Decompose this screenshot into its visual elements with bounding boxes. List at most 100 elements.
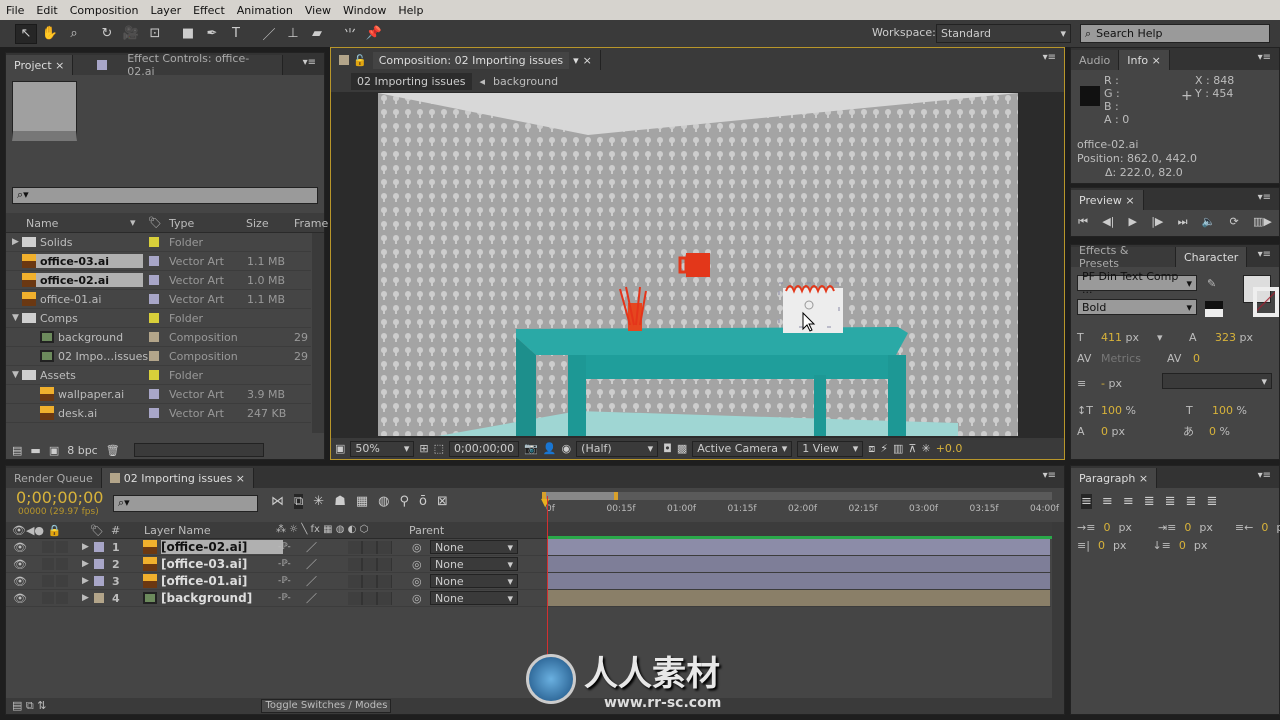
roto-brush-icon[interactable]: ⺌ (339, 24, 361, 44)
lock-icon[interactable]: 🔓 (353, 54, 367, 67)
menu-composition[interactable]: Composition (64, 4, 145, 17)
eraser-icon[interactable]: ▰ (306, 24, 328, 44)
justify-last-right-icon[interactable]: ≣ (1186, 494, 1197, 509)
solo-toggle[interactable] (42, 575, 54, 587)
label-tag-icon[interactable]: 🏷 (148, 216, 162, 229)
column-name[interactable]: Name (26, 217, 58, 230)
fast-previews-icon[interactable]: ⚡ (880, 442, 888, 455)
visibility-eye-icon[interactable]: 👁 (13, 558, 27, 571)
label-swatch[interactable] (94, 559, 104, 569)
selection-icon[interactable]: ↖ (15, 23, 37, 44)
toggle-switches-modes-button[interactable]: Toggle Switches / Modes (261, 699, 392, 713)
bit-depth-button[interactable]: 8 bpc (67, 444, 98, 457)
mask-visibility-icon[interactable]: ⬚ (434, 442, 444, 455)
new-comp-icon[interactable]: ▣ (49, 444, 59, 457)
solo-toggle[interactable] (42, 558, 54, 570)
always-preview-icon[interactable]: ▣ (335, 442, 345, 455)
label-swatch[interactable] (94, 542, 104, 552)
twirl-icon[interactable]: ▶ (82, 559, 89, 569)
project-item[interactable]: office-02.ai Vector Art 1.0 MB (6, 271, 311, 290)
parent-dropdown[interactable]: None ▾ (430, 540, 518, 554)
layer-row[interactable]: 👁 ▶ 3 [office-01.ai] -ℙ- ／ ◎ None ▾ (6, 573, 1051, 590)
label-swatch[interactable] (149, 256, 159, 266)
column-size[interactable]: Size (246, 217, 269, 230)
timeline-scrollbar[interactable] (1052, 522, 1064, 698)
draft-3d-icon[interactable]: ✳ (313, 494, 324, 509)
audio-icon[interactable]: 🔈 (1202, 215, 1216, 229)
stroke-color-swatch[interactable] (1253, 287, 1279, 317)
menu-file[interactable]: File (0, 4, 30, 17)
justify-last-left-icon[interactable]: ≣ (1144, 494, 1155, 509)
label-swatch[interactable] (149, 313, 159, 323)
space-after-value[interactable]: 0 (1179, 537, 1186, 555)
label-swatch[interactable] (94, 593, 104, 603)
layer-switches[interactable] (348, 540, 392, 554)
show-snapshot-icon[interactable]: 👤 (543, 442, 557, 455)
layer-row[interactable]: 👁 ▶ 2 [office-03.ai] -ℙ- ／ ◎ None ▾ (6, 556, 1051, 573)
indent-left-value[interactable]: 0 (1103, 519, 1110, 537)
project-item[interactable]: office-01.ai Vector Art 1.1 MB (6, 290, 311, 309)
label-swatch[interactable] (94, 576, 104, 586)
stroke-style-dropdown[interactable]: ▾ (1161, 373, 1272, 389)
transparency-grid-icon[interactable]: ▩ (677, 442, 687, 455)
brainstorm-icon[interactable]: ⚲ (400, 494, 410, 509)
exposure-value[interactable]: +0.0 (936, 442, 963, 455)
hand-icon[interactable]: ✋ (39, 24, 61, 44)
menu-animation[interactable]: Animation (231, 4, 299, 17)
twirl-icon[interactable]: ▼ (12, 370, 19, 380)
column-type[interactable]: Type (169, 217, 194, 230)
layer-switches[interactable] (348, 591, 392, 605)
motion-blur-icon[interactable]: ◍ (378, 494, 389, 509)
panel-menu-icon[interactable]: ▾≡ (1258, 192, 1271, 203)
project-scrollbar[interactable] (312, 233, 324, 433)
horizontal-scale-value[interactable]: 100 (1212, 400, 1233, 421)
tab-preview[interactable]: Preview × (1071, 190, 1144, 210)
parent-dropdown[interactable]: None ▾ (430, 574, 518, 588)
vertical-scale-value[interactable]: 100 (1101, 400, 1122, 421)
pick-whip-icon[interactable]: ◎ (412, 575, 422, 588)
panel-menu-icon[interactable]: ▾≡ (1258, 52, 1271, 63)
close-icon[interactable]: × (583, 54, 592, 67)
lock-toggle[interactable] (56, 541, 68, 553)
tab-project[interactable]: Project × (6, 55, 74, 75)
justify-all-icon[interactable]: ≣ (1206, 494, 1217, 509)
visibility-eye-icon[interactable]: 👁 (13, 541, 27, 554)
notepad-selected-layer[interactable] (778, 282, 843, 333)
solo-toggle[interactable] (42, 592, 54, 604)
camera-icon[interactable]: 🎥 (120, 24, 142, 44)
panel-menu-icon[interactable]: ▾≡ (1258, 249, 1271, 260)
channels-icon[interactable]: ◉ (562, 442, 572, 455)
lock-toggle[interactable] (56, 592, 68, 604)
first-frame-icon[interactable]: ⏮ (1078, 215, 1088, 229)
project-search-input[interactable]: ⌕▾ (12, 187, 318, 204)
layer-name[interactable]: [office-03.ai] (161, 557, 247, 571)
layer-switches[interactable] (348, 574, 392, 588)
tab-render-queue[interactable]: Render Queue (6, 468, 102, 488)
menu-view[interactable]: View (299, 4, 337, 17)
brush-icon[interactable]: ／ (258, 24, 280, 44)
font-style-dropdown[interactable]: Bold ▾ (1077, 299, 1197, 315)
shy-switch-icon[interactable]: -ℙ- (278, 542, 291, 552)
quality-switch-icon[interactable]: ／ (306, 539, 317, 555)
black-white-swatch[interactable] (1205, 301, 1223, 317)
visibility-eye-icon[interactable]: 👁 (13, 575, 27, 588)
parent-dropdown[interactable]: None ▾ (430, 557, 518, 571)
panel-menu-icon[interactable]: ▾≡ (1258, 470, 1271, 481)
comp-mini-flowchart-icon[interactable]: ⋈ (271, 494, 284, 509)
kerning-value[interactable]: Metrics (1101, 348, 1167, 369)
label-swatch[interactable] (149, 294, 159, 304)
tab-effects-presets[interactable]: Effects & Presets (1071, 244, 1176, 270)
horizontal-scrollbar[interactable] (133, 443, 264, 457)
close-icon[interactable]: × (55, 59, 64, 72)
tab-character[interactable]: Character (1176, 247, 1248, 267)
indent-first-value[interactable]: 0 (1184, 519, 1191, 537)
layer-search-input[interactable]: ⌕▾ (113, 495, 258, 512)
hide-shy-icon[interactable]: ☗ (334, 494, 346, 509)
layer-name[interactable]: [background] (161, 591, 252, 605)
interpret-footage-icon[interactable]: ▤ (12, 444, 22, 457)
live-update-icon[interactable]: ⧉ (294, 494, 304, 509)
tracking-value[interactable]: 0 (1193, 348, 1200, 369)
justify-last-center-icon[interactable]: ≣ (1165, 494, 1176, 509)
project-item[interactable]: ▼ Assets Folder (6, 366, 311, 385)
last-frame-icon[interactable]: ⏭ (1178, 215, 1188, 229)
